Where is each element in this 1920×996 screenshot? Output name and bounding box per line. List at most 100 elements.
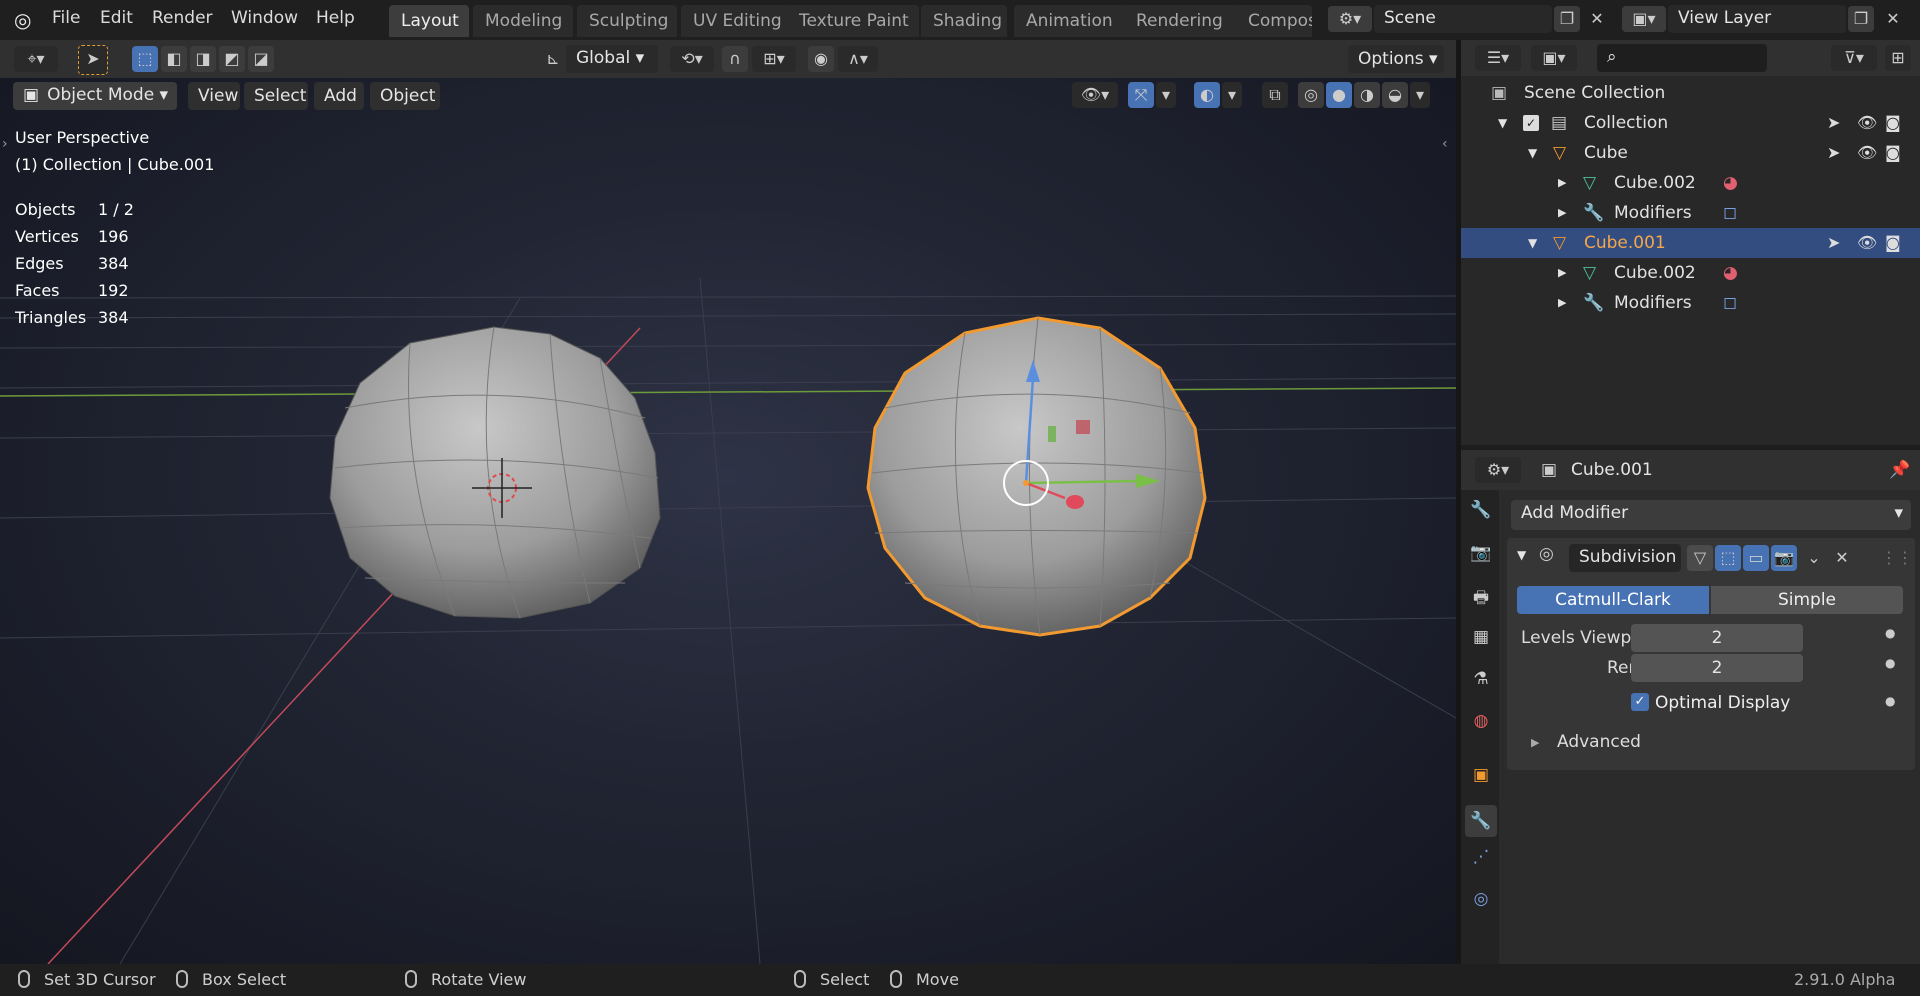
render-tab-icon[interactable]: 📷 [1467, 543, 1495, 571]
camera-icon[interactable]: ◙ [1885, 233, 1901, 252]
transform-orientation-dropdown[interactable]: Global ▾ [566, 45, 658, 73]
toolbar-toggle-icon[interactable]: › [2, 136, 8, 152]
pin-icon[interactable]: 📌 [1889, 460, 1910, 480]
overlays-toggle-icon[interactable]: ◐ [1194, 82, 1220, 108]
expand-arrow-icon[interactable]: ▼ [1498, 116, 1507, 130]
collapse-arrow-icon[interactable]: ▼ [1517, 548, 1526, 562]
scene-browse-icon[interactable]: ⚙▾ [1328, 6, 1372, 32]
select-subtract-icon[interactable]: ◨ [190, 46, 216, 72]
3d-viewport[interactable]: ▣ Object Mode ▾ View Select Add Object 👁▾… [0, 78, 1456, 964]
snap-magnet-icon[interactable]: ∩ [722, 46, 748, 72]
expand-arrow-icon[interactable]: ▶ [1558, 266, 1566, 279]
tab-layout[interactable]: Layout [389, 5, 469, 37]
catmull-clark-button[interactable]: Catmull-Clark [1517, 586, 1709, 614]
blender-logo-icon[interactable]: ◎ [14, 8, 38, 32]
view-layer-field[interactable]: View Layer [1668, 5, 1846, 33]
view-layer-tab-icon[interactable]: ▦ [1467, 627, 1495, 655]
select-toggle-icon[interactable]: ➤ [1827, 233, 1840, 252]
eye-icon[interactable]: 👁 [1857, 113, 1877, 132]
tab-uv-editing[interactable]: UV Editing [681, 5, 793, 37]
pivot-point-icon[interactable]: ⟲▾ [670, 46, 714, 72]
particles-tab-icon[interactable]: ⋰ [1467, 847, 1495, 875]
proportional-edit-icon[interactable]: ◉ [808, 46, 834, 72]
scene-close-icon[interactable]: ✕ [1584, 6, 1610, 32]
output-tab-icon[interactable]: 🖶 [1467, 585, 1495, 613]
visibility-icon[interactable]: 👁▾ [1072, 82, 1118, 108]
outliner-search-input[interactable]: ⌕ [1597, 44, 1767, 72]
menu-view[interactable]: View [188, 82, 240, 110]
render-levels-field[interactable]: 2 [1631, 654, 1803, 682]
outliner-item-modifiers[interactable]: ▶ 🔧 Modifiers ◻ [1461, 198, 1920, 228]
menu-file[interactable]: File [52, 8, 80, 28]
view-layer-close-icon[interactable]: ✕ [1880, 6, 1906, 32]
on-cage-icon[interactable]: ⬚ [1715, 545, 1741, 571]
select-intersect-icon[interactable]: ◪ [248, 46, 274, 72]
scene-tab-icon[interactable]: ⚗ [1467, 669, 1495, 697]
scene-copy-icon[interactable]: ❐ [1554, 6, 1580, 32]
physics-tab-icon[interactable]: ◎ [1467, 889, 1495, 917]
snap-increment-icon[interactable]: ⊞▾ [752, 46, 796, 72]
drag-handle-icon[interactable]: ⋮⋮ [1881, 545, 1913, 571]
editor-type-icon[interactable]: ⌖▾ [14, 46, 58, 72]
keyframe-dot-icon[interactable]: ● [1885, 656, 1895, 670]
view-layer-copy-icon[interactable]: ❐ [1848, 6, 1874, 32]
keyframe-dot-icon[interactable]: ● [1885, 626, 1895, 640]
subdivision-icon[interactable]: ◻ [1723, 293, 1737, 313]
outliner-scene-collection[interactable]: ▣ Scene Collection [1461, 78, 1920, 108]
eye-icon[interactable]: 👁 [1857, 233, 1877, 252]
outliner-item-cube-001[interactable]: ▼ ▽ Cube.001 ➤ 👁 ◙ [1461, 228, 1920, 258]
modifier-tab-icon[interactable]: 🔧 [1465, 805, 1497, 837]
expand-arrow-icon[interactable]: ▶ [1558, 206, 1566, 219]
material-icon[interactable]: ◕ [1723, 173, 1738, 193]
menu-object[interactable]: Object [370, 82, 440, 110]
proportional-falloff-icon[interactable]: ∧▾ [838, 46, 878, 72]
advanced-label[interactable]: Advanced [1557, 732, 1641, 752]
new-collection-icon[interactable]: ⊞ [1885, 45, 1911, 71]
material-shading-icon[interactable]: ◑ [1354, 82, 1380, 108]
expand-arrow-icon[interactable]: ▼ [1528, 236, 1537, 250]
outliner-item-modifiers[interactable]: ▶ 🔧 Modifiers ◻ [1461, 288, 1920, 318]
filter-icon[interactable]: ⊽▾ [1831, 45, 1877, 71]
expand-arrow-icon[interactable]: ▼ [1528, 146, 1537, 160]
material-icon[interactable]: ◕ [1723, 263, 1738, 283]
outliner-editor-type-icon[interactable]: ☰▾ [1475, 45, 1521, 71]
wireframe-shading-icon[interactable]: ◎ [1298, 82, 1324, 108]
modifier-menu-icon[interactable]: ⌄ [1801, 545, 1827, 571]
object-tab-icon[interactable]: ▣ [1467, 765, 1495, 793]
simple-button[interactable]: Simple [1711, 586, 1903, 614]
remove-modifier-icon[interactable]: ✕ [1829, 545, 1855, 571]
select-toggle-icon[interactable]: ➤ [1827, 113, 1840, 132]
options-dropdown[interactable]: Options ▾ [1348, 45, 1444, 73]
tool-tab-icon[interactable]: 🔧 [1467, 500, 1495, 528]
tab-rendering[interactable]: Rendering [1124, 5, 1242, 37]
tab-sculpting[interactable]: Sculpting [577, 5, 677, 37]
camera-icon[interactable]: ◙ [1885, 113, 1901, 132]
properties-editor-type-icon[interactable]: ⚙▾ [1475, 457, 1521, 483]
mode-dropdown[interactable]: ▣ Object Mode ▾ [13, 82, 177, 110]
subdivision-icon[interactable]: ◻ [1723, 203, 1737, 223]
gizmo-dropdown-icon[interactable]: ▾ [1156, 82, 1176, 108]
menu-help[interactable]: Help [316, 8, 355, 28]
menu-edit[interactable]: Edit [100, 8, 133, 28]
outliner-item-cube[interactable]: ▼ ▽ Cube ➤ 👁 ◙ [1461, 138, 1920, 168]
outliner-item-mesh-data[interactable]: ▶ ▽ Cube.002 ◕ [1461, 258, 1920, 288]
viewport-display-icon[interactable]: ▭ [1743, 545, 1769, 571]
add-modifier-dropdown[interactable]: Add Modifier ▾ [1511, 500, 1911, 530]
xray-icon[interactable]: ⧉ [1262, 82, 1288, 108]
tab-shading[interactable]: Shading [921, 5, 1007, 37]
menu-add[interactable]: Add [314, 82, 364, 110]
expand-arrow-icon[interactable]: ▶ [1558, 296, 1566, 309]
tab-compositing[interactable]: Compos [1236, 5, 1312, 37]
tab-texture-paint[interactable]: Texture Paint [787, 5, 919, 37]
advanced-arrow-icon[interactable]: ▶ [1531, 736, 1539, 749]
display-mode-icon[interactable]: ▣▾ [1531, 45, 1577, 71]
optimal-display-checkbox[interactable]: ✓ [1631, 693, 1649, 711]
sidebar-toggle-icon[interactable]: ‹ [1442, 136, 1448, 152]
levels-viewport-field[interactable]: 2 [1631, 624, 1803, 652]
world-tab-icon[interactable]: ◍ [1467, 711, 1495, 739]
rendered-shading-icon[interactable]: ◒ [1382, 82, 1408, 108]
overlays-dropdown-icon[interactable]: ▾ [1222, 82, 1242, 108]
modifier-name-input[interactable]: Subdivision [1569, 544, 1681, 572]
viewport-scene[interactable] [0, 78, 1456, 964]
tab-animation[interactable]: Animation [1014, 5, 1130, 37]
